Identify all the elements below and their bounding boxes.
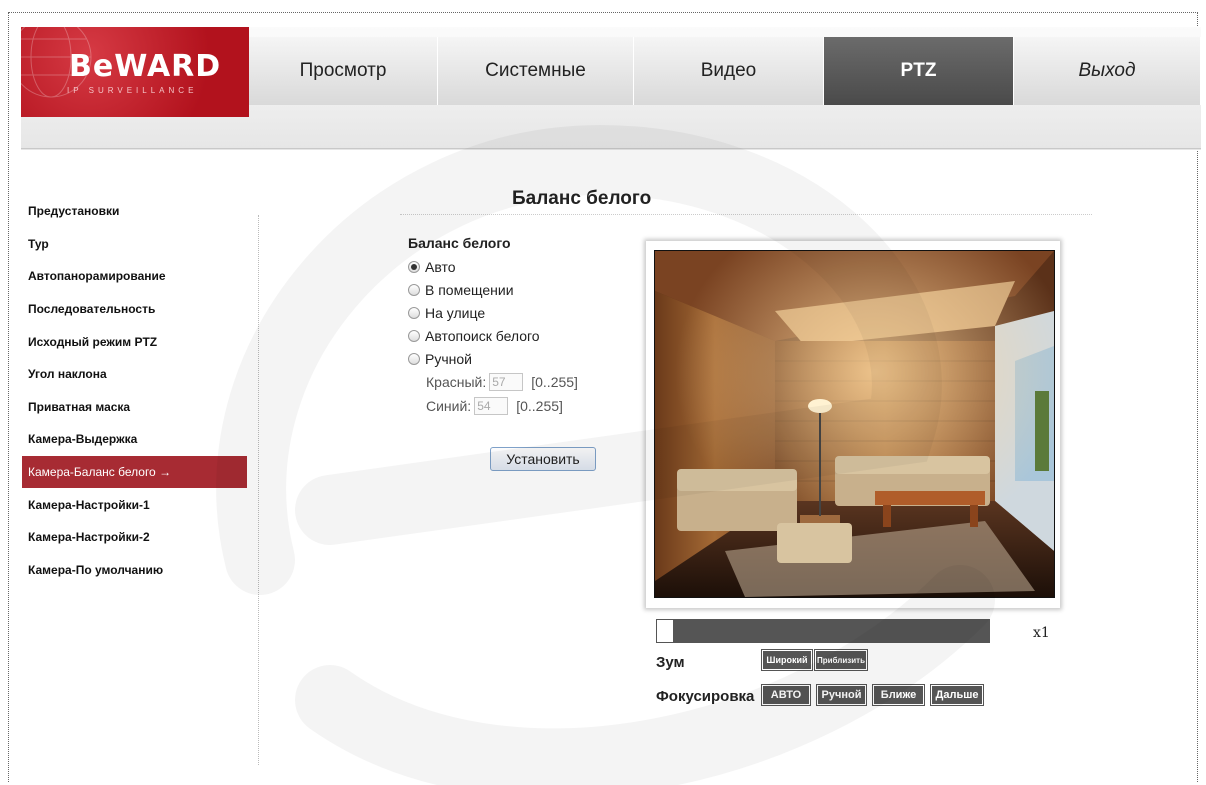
sidebar-item-camera-settings-1[interactable]: Камера-Настройки-1 [22,488,247,521]
brand-logo: BeWARD IP SURVEILLANCE [21,27,249,117]
focus-near-button[interactable]: Ближе [873,685,924,705]
main-nav: Просмотр Системные Видео PTZ Выход [249,37,1201,105]
brand-name: BeWARD [69,49,222,84]
nav-ptz-label: PTZ [900,60,937,81]
sidebar-item-label: Тур [28,236,49,251]
radio-outdoor[interactable] [408,306,420,319]
sidebar-divider [258,215,259,765]
option-indoor[interactable]: В помещении [408,278,578,301]
nav-video-label: Видео [700,60,757,81]
arrow-right-icon: → [159,465,172,480]
option-label: В помещении [425,281,514,298]
living-room-image [655,251,1054,597]
blue-gain-row: Синий: [0..255] [408,394,578,418]
sidebar-item-label: Угол наклона [28,367,107,382]
nav-system[interactable]: Системные [438,37,634,105]
nav-exit-label: Выход [1078,60,1136,81]
sidebar-item-presets[interactable]: Предустановки [22,195,247,228]
page-title: Баланс белого [512,188,652,209]
sidebar-item-label: Приватная маска [28,399,131,414]
header-divider [21,148,1201,149]
blue-gain-range: [0..255] [516,398,563,414]
sidebar-item-label: Камера-По умолчанию [28,562,164,577]
sidebar-item-autopan[interactable]: Автопанорамирование [22,260,247,293]
nav-video[interactable]: Видео [634,37,824,105]
zoom-label: Зум [656,654,685,671]
option-label: На улице [425,304,486,321]
option-manual[interactable]: Ручной [408,347,578,370]
option-auto[interactable]: Авто [408,255,578,278]
white-balance-form: Баланс белого Авто В помещении На улице … [408,235,578,418]
sidebar-item-camera-white-balance[interactable]: Камера-Баланс белого → [22,455,247,489]
sidebar-item-label: Камера-Настройки-1 [28,497,150,512]
option-label: Ручной [425,350,472,367]
sidebar-item-label: Автопанорамирование [28,269,166,284]
focus-far-button[interactable]: Дальше [931,685,983,705]
sidebar-item-ptz-home[interactable]: Исходный режим PTZ [22,325,247,358]
set-button[interactable]: Установить [490,447,596,471]
radio-auto-tracking[interactable] [408,329,420,342]
sidebar-item-camera-settings-2[interactable]: Камера-Настройки-2 [22,521,247,554]
title-divider [400,214,1092,215]
sidebar-item-tour[interactable]: Тур [22,228,247,261]
focus-manual-button[interactable]: Ручной [817,685,866,705]
nav-view-label: Просмотр [299,60,387,81]
blue-gain-input[interactable] [474,397,509,415]
option-label: Авто [425,258,456,275]
radio-manual[interactable] [408,352,420,365]
sidebar-item-label: Камера-Выдержка [28,432,138,447]
brand-subtitle: IP SURVEILLANCE [67,86,198,95]
zoom-slider-handle[interactable] [656,619,674,643]
sidebar-item-label: Камера-Баланс белого [28,465,156,480]
red-gain-row: Красный: [0..255] [408,370,578,394]
nav-exit[interactable]: Выход [1014,37,1201,105]
red-gain-label: Красный: [426,374,487,390]
sidebar-item-privacy-mask[interactable]: Приватная маска [22,391,247,424]
red-gain-range: [0..255] [531,374,578,390]
video-preview-frame [646,241,1060,608]
sidebar-item-label: Камера-Настройки-2 [28,530,150,545]
video-preview[interactable] [654,250,1055,598]
zoom-tele-button[interactable]: Приблизить [815,650,867,670]
form-header: Баланс белого [408,235,511,251]
sidebar-item-camera-exposure[interactable]: Камера-Выдержка [22,423,247,456]
option-outdoor[interactable]: На улице [408,301,578,324]
header: BeWARD IP SURVEILLANCE Просмотр Системны… [21,27,1201,150]
focus-label: Фокусировка [656,688,755,705]
sidebar-item-label: Предустановки [28,204,120,219]
sidebar-item-sequence[interactable]: Последовательность [22,293,247,326]
radio-auto[interactable] [408,260,420,273]
option-auto-tracking[interactable]: Автопоиск белого [408,324,578,347]
red-gain-input[interactable] [489,373,524,391]
sidebar-item-tilt-angle[interactable]: Угол наклона [22,358,247,391]
sidebar: Предустановки Тур Автопанорамирование По… [22,195,262,586]
zoom-slider-track[interactable] [656,619,990,643]
zoom-wide-button[interactable]: Широкий [762,650,812,670]
radio-indoor[interactable] [408,283,420,296]
blue-gain-label: Синий: [426,398,472,414]
sidebar-item-label: Исходный режим PTZ [28,334,158,349]
nav-system-label: Системные [485,60,586,81]
option-label: Автопоиск белого [425,327,540,344]
nav-view[interactable]: Просмотр [249,37,438,105]
focus-auto-button[interactable]: АВТО [762,685,810,705]
sidebar-item-label: Последовательность [28,302,156,317]
sidebar-item-camera-defaults[interactable]: Камера-По умолчанию [22,554,247,587]
zoom-level-value: x1 [1033,625,1050,641]
nav-ptz[interactable]: PTZ [824,37,1014,105]
